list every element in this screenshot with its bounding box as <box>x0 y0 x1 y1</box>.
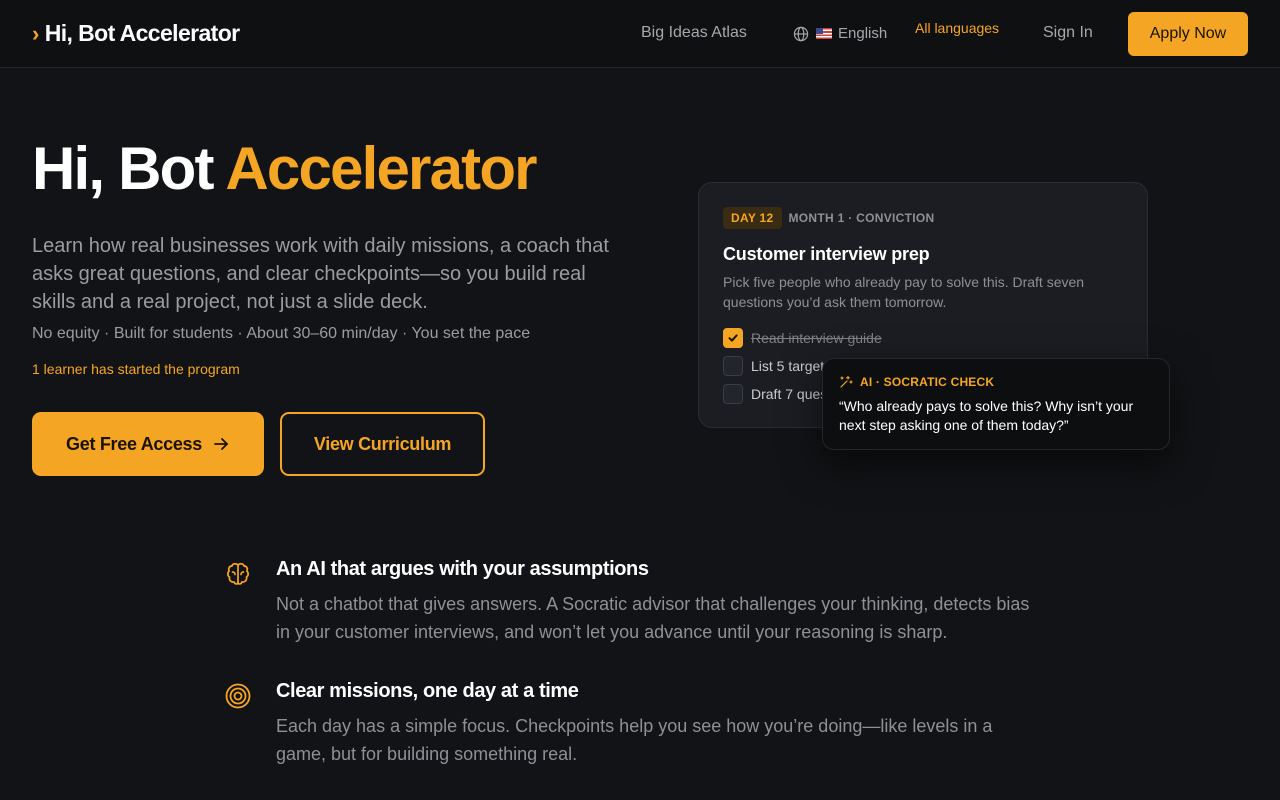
day-badge: DAY 12 <box>723 207 782 229</box>
apply-now-button[interactable]: Apply Now <box>1128 12 1248 56</box>
month-label: MONTH 1 · CONVICTION <box>788 211 935 225</box>
feature-description: Each day has a simple focus. Checkpoints… <box>276 716 993 764</box>
brand-logo[interactable]: › Hi, Bot Accelerator <box>32 20 240 47</box>
brand-name: Hi, Bot Accelerator <box>44 20 240 46</box>
mission-card-header: DAY 12 MONTH 1 · CONVICTION <box>723 207 935 229</box>
todo-label: List 5 targets <box>751 358 832 374</box>
sign-in-link[interactable]: Sign In <box>1043 24 1093 42</box>
socratic-check-label: AI · SOCRATIC CHECK <box>860 375 995 389</box>
language-selector[interactable]: English <box>793 25 887 42</box>
us-flag-icon <box>816 28 832 39</box>
arrow-right-icon <box>214 438 228 450</box>
todo-label: Read interview guide <box>751 330 882 346</box>
check-icon <box>728 334 738 342</box>
view-curriculum-button[interactable]: View Curriculum <box>280 412 485 476</box>
learner-count: 1 learner has started the program <box>32 361 240 377</box>
chevron-right-icon: › <box>32 20 39 46</box>
hero-description: Learn how real businesses work with dail… <box>32 235 609 313</box>
socratic-check-popover: AI · SOCRATIC CHECK “Who already pays to… <box>822 358 1170 450</box>
sparkles-icon <box>840 375 853 388</box>
globe-icon <box>793 26 809 41</box>
mission-title: Customer interview prep <box>723 244 930 264</box>
feature-description: Not a chatbot that gives answers. A Socr… <box>276 594 1030 642</box>
hero-title-main: Hi, Bot <box>32 135 215 202</box>
todo-item[interactable]: Read interview guide <box>723 328 882 348</box>
brain-icon <box>224 560 252 593</box>
todo-item[interactable]: List 5 targets <box>723 356 831 376</box>
hero-title: Hi, Bot Accelerator <box>32 134 538 203</box>
hero-title-accent: Accelerator <box>225 135 537 202</box>
get-free-access-button[interactable]: Get Free Access <box>32 412 264 476</box>
checkbox-checked[interactable] <box>723 328 743 348</box>
checkbox[interactable] <box>723 384 743 404</box>
socratic-question: “Who already pays to solve this? Why isn… <box>839 398 1134 433</box>
feature-title: Clear missions, one day at a time <box>276 680 579 702</box>
get-free-access-label: Get Free Access <box>66 433 202 454</box>
top-nav: › Hi, Bot Accelerator Big Ideas Atlas En… <box>0 0 1280 68</box>
hero-meta: No equity · Built for students · About 3… <box>32 325 531 342</box>
socratic-check-header: AI · SOCRATIC CHECK <box>839 375 994 389</box>
checkbox[interactable] <box>723 356 743 376</box>
language-label: English <box>838 25 888 42</box>
target-icon <box>224 682 252 715</box>
mission-description: Pick five people who already pay to solv… <box>723 274 1085 310</box>
nav-link-big-ideas-atlas[interactable]: Big Ideas Atlas <box>641 24 747 42</box>
all-languages-link[interactable]: All languages <box>915 20 999 36</box>
feature-title: An AI that argues with your assumptions <box>276 558 649 580</box>
